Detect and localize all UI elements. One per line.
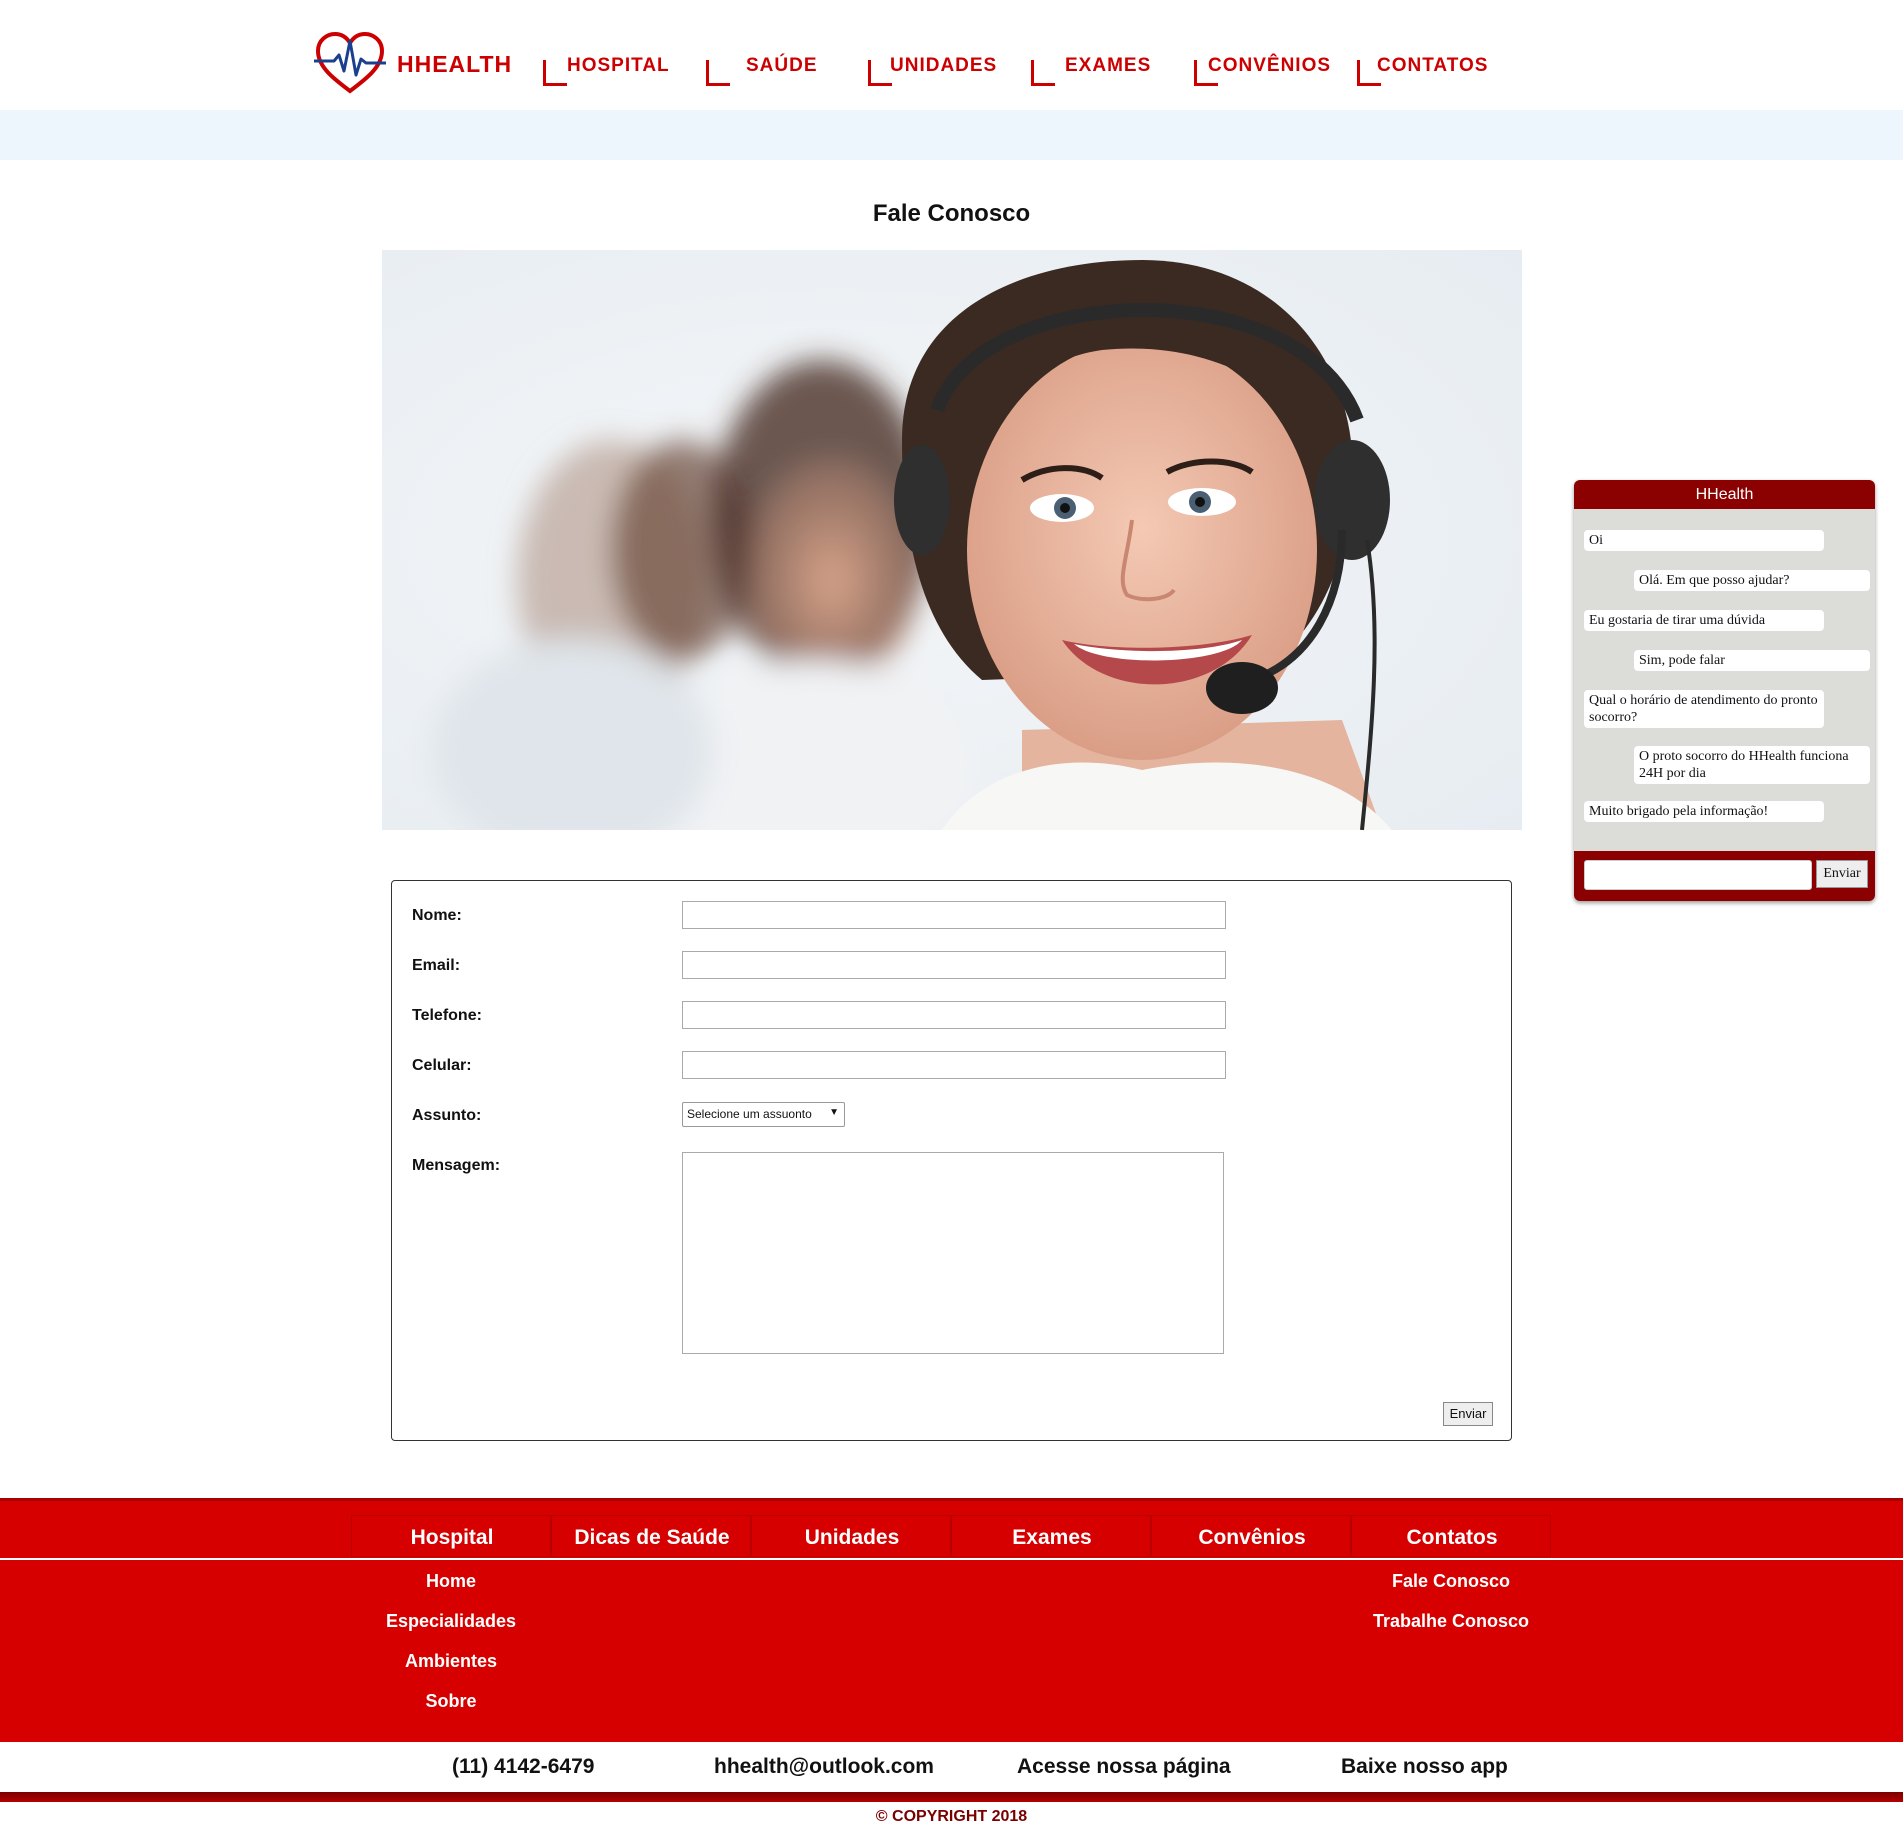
contact-page-link[interactable]: Acesse nossa página — [1017, 1755, 1231, 1779]
phone-label: Telefone: — [412, 1007, 482, 1024]
name-input[interactable] — [682, 901, 1226, 929]
chat-message-bot: Sim, pode falar — [1634, 650, 1870, 671]
chat-title: HHealth — [1574, 480, 1875, 509]
contact-phone[interactable]: (11) 4142-6479 — [452, 1755, 594, 1779]
phone-input[interactable] — [682, 1001, 1226, 1029]
mobile-input[interactable] — [682, 1051, 1226, 1079]
nav-label: HOSPITAL — [567, 55, 670, 76]
chat-message-bot: O proto socorro do HHealth funciona 24H … — [1634, 746, 1870, 784]
email-label: Email: — [412, 957, 461, 974]
dropdown-arrow-icon: ▼ — [829, 1107, 839, 1118]
mobile-label: Celular: — [412, 1057, 472, 1074]
hero-image-call-center-agent — [382, 250, 1522, 830]
footer-link-ambientes[interactable]: Ambientes — [351, 1651, 551, 1672]
footer-link-especialidades[interactable]: Especialidades — [351, 1611, 551, 1632]
chat-message-user: Eu gostaria de tirar uma dúvida — [1584, 610, 1824, 631]
subject-label: Assunto: — [412, 1107, 482, 1124]
footer-link-fale-conosco[interactable]: Fale Conosco — [1351, 1571, 1551, 1592]
footer-divider — [0, 1558, 1903, 1560]
chat-send-button[interactable]: Enviar — [1816, 860, 1868, 888]
submit-button[interactable]: Enviar — [1443, 1402, 1493, 1426]
footer-link-trabalhe-conosco[interactable]: Trabalhe Conosco — [1351, 1611, 1551, 1632]
heart-pulse-logo-icon[interactable] — [314, 31, 386, 95]
chat-message-input[interactable] — [1584, 860, 1812, 890]
footer-column-title[interactable]: Dicas de Saúde — [552, 1526, 752, 1550]
footer-column-dicas-saude: Dicas de Saúde — [551, 1515, 751, 1557]
site-header: HHEALTH HOSPITAL SAÚDE UNIDADES EXAMES C… — [0, 0, 1903, 110]
footer-column-unidades: Unidades — [751, 1515, 951, 1557]
email-input[interactable] — [682, 951, 1226, 979]
footer-column-title[interactable]: Hospital — [352, 1526, 552, 1550]
nav-bracket — [1031, 60, 1055, 86]
nav-label: CONTATOS — [1377, 55, 1489, 76]
footer-column-title[interactable]: Unidades — [752, 1526, 952, 1550]
page-title: Fale Conosco — [872, 200, 1031, 227]
chat-message-user: Muito brigado pela informação! — [1584, 801, 1824, 822]
subject-select-value: Selecione um assuonto — [687, 1107, 812, 1121]
nav-label: UNIDADES — [890, 55, 998, 76]
chat-message-user: Oi — [1584, 530, 1824, 551]
footer-column-title[interactable]: Exames — [952, 1526, 1152, 1550]
contact-info-bar: (11) 4142-6479 hhealth@outlook.com Acess… — [0, 1742, 1903, 1792]
chat-message-user: Qual o horário de atendimento do pronto … — [1584, 690, 1824, 728]
copyright-text: © COPYRIGHT 2018 — [875, 1808, 1028, 1825]
copyright-bar — [0, 1792, 1903, 1802]
footer-column-contatos: Contatos — [1351, 1515, 1551, 1557]
sub-header-bar — [0, 110, 1903, 160]
name-label: Nome: — [412, 907, 462, 924]
footer-link-home[interactable]: Home — [351, 1571, 551, 1592]
brand-name[interactable]: HHEALTH — [397, 51, 512, 78]
footer-column-hospital: Hospital — [351, 1515, 551, 1557]
footer-column-convenios: Convênios — [1151, 1515, 1351, 1557]
contact-form: Nome: Email: Telefone: Celular: Assunto:… — [391, 880, 1512, 1441]
nav-label: EXAMES — [1065, 55, 1152, 76]
message-textarea[interactable] — [682, 1152, 1224, 1354]
nav-label: SAÚDE — [746, 55, 818, 76]
message-label: Mensagem: — [412, 1157, 501, 1174]
footer-column-exames: Exames — [951, 1515, 1151, 1557]
nav-label: CONVÊNIOS — [1208, 55, 1332, 76]
footer-column-title[interactable]: Contatos — [1352, 1526, 1552, 1550]
subject-select[interactable]: Selecione um assuonto ▼ — [682, 1102, 845, 1127]
nav-bracket — [706, 60, 730, 86]
nav-bracket — [868, 60, 892, 86]
site-footer: Hospital Dicas de Saúde Unidades Exames … — [0, 1498, 1903, 1742]
nav-bracket — [543, 60, 567, 86]
chat-widget: HHealth Oi Olá. Em que posso ajudar? Eu … — [1574, 480, 1875, 901]
chat-input-bar: Enviar — [1574, 851, 1875, 901]
hero-illustration — [382, 250, 1522, 830]
download-app-link[interactable]: Baixe nosso app — [1341, 1755, 1508, 1779]
footer-link-sobre[interactable]: Sobre — [351, 1691, 551, 1712]
contact-email[interactable]: hhealth@outlook.com — [714, 1755, 934, 1779]
footer-column-title[interactable]: Convênios — [1152, 1526, 1352, 1550]
chat-message-bot: Olá. Em que posso ajudar? — [1634, 570, 1870, 591]
